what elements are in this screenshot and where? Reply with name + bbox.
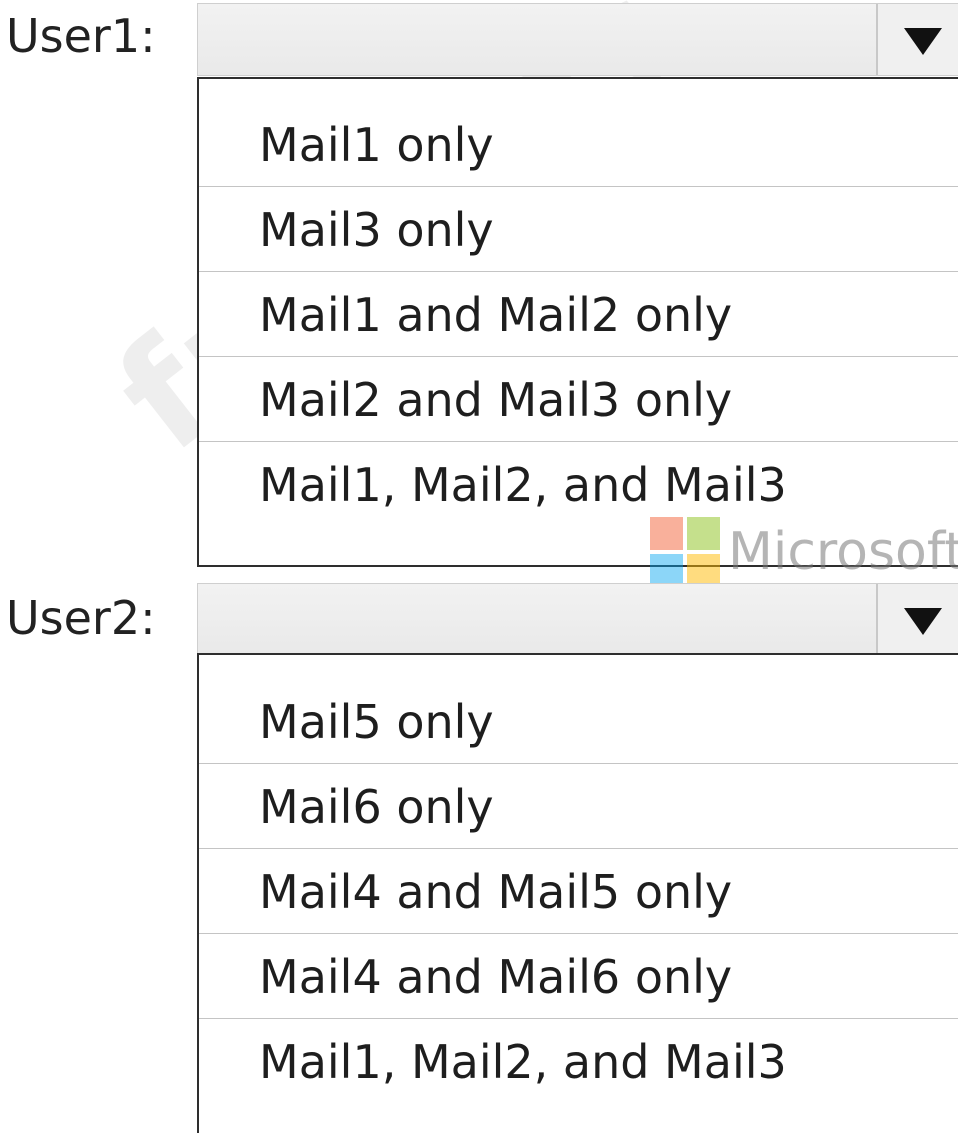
user1-option[interactable]: Mail2 and Mail3 only bbox=[199, 357, 958, 442]
user2-dropdown[interactable] bbox=[197, 583, 958, 656]
microsoft-logo-icon bbox=[650, 517, 722, 589]
user2-dropdown-button[interactable] bbox=[876, 584, 958, 655]
user1-option[interactable]: Mail3 only bbox=[199, 187, 958, 272]
chevron-down-icon bbox=[904, 608, 942, 635]
user2-label: User2: bbox=[6, 591, 156, 645]
microsoft-wordmark: Microsoft bbox=[728, 522, 958, 582]
user1-option[interactable]: Mail1 and Mail2 only bbox=[199, 272, 958, 357]
user2-option[interactable]: Mail5 only bbox=[199, 679, 958, 764]
user2-option[interactable]: Mail6 only bbox=[199, 764, 958, 849]
user1-dropdown-button[interactable] bbox=[876, 4, 958, 75]
user2-options-list: Mail5 only Mail6 only Mail4 and Mail5 on… bbox=[197, 653, 958, 1133]
user2-option[interactable]: Mail1, Mail2, and Mail3 bbox=[199, 1019, 958, 1104]
user1-option[interactable]: Mail1, Mail2, and Mail3 bbox=[199, 442, 958, 527]
user1-option[interactable]: Mail1 only bbox=[199, 102, 958, 187]
user1-dropdown[interactable] bbox=[197, 3, 958, 76]
user1-label: User1: bbox=[6, 9, 156, 63]
chevron-down-icon bbox=[904, 28, 942, 55]
user1-options-list: Mail1 only Mail3 only Mail1 and Mail2 on… bbox=[197, 77, 958, 567]
user2-option[interactable]: Mail4 and Mail6 only bbox=[199, 934, 958, 1019]
user2-option[interactable]: Mail4 and Mail5 only bbox=[199, 849, 958, 934]
